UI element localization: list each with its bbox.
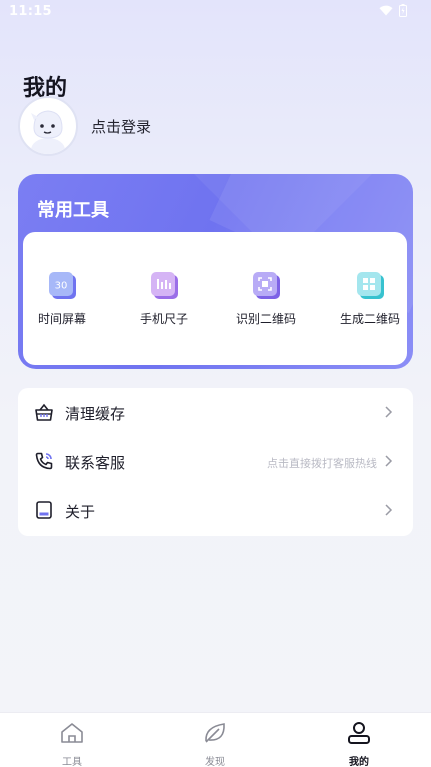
status-bar: 11:15 [0, 0, 431, 24]
tools-card: 常用工具 30 时间屏幕 手机尺子 识别二维码 生成二维码 [18, 174, 413, 369]
menu-item-contact-service[interactable]: 联系客服 点击直接拨打客服热线 [18, 437, 413, 486]
chevron-right-icon [385, 455, 393, 467]
home-icon [61, 723, 83, 743]
tool-label: 生成二维码 [339, 312, 400, 326]
login-link[interactable]: 点击登录 [91, 116, 151, 137]
chevron-right-icon [385, 504, 393, 516]
svg-text:30: 30 [55, 281, 68, 292]
status-icons [379, 4, 407, 17]
tool-ruler[interactable]: 手机尺子 [119, 272, 209, 327]
tab-label: 我的 [349, 757, 369, 767]
wifi-icon [379, 5, 393, 16]
tab-label: 发现 [205, 757, 225, 767]
clock-screen-icon: 30 [49, 272, 76, 299]
menu-hint: 点击直接拨打客服热线 [267, 457, 377, 470]
menu-item-about[interactable]: 关于 [18, 486, 413, 535]
tab-mine[interactable]: 我的 [329, 721, 389, 767]
chevron-right-icon [385, 406, 393, 418]
menu-label: 清理缓存 [65, 405, 126, 423]
qr-generate-icon [357, 272, 384, 299]
menu-label: 联系客服 [65, 454, 126, 472]
menu-label: 关于 [65, 503, 96, 521]
tool-label: 识别二维码 [235, 312, 296, 326]
leaf-icon [205, 723, 225, 743]
phone-icon [35, 452, 53, 470]
tab-discover[interactable]: 发现 [185, 721, 245, 767]
avatar[interactable] [18, 96, 78, 156]
ruler-icon [151, 272, 178, 299]
tools-title: 常用工具 [37, 200, 109, 221]
tool-clock-screen[interactable]: 30 时间屏幕 [18, 272, 107, 327]
basket-icon [35, 403, 53, 421]
tool-label: 手机尺子 [139, 312, 188, 326]
tool-generate-qr[interactable]: 生成二维码 [325, 272, 413, 327]
tab-tools[interactable]: 工具 [42, 721, 102, 767]
tab-label: 工具 [62, 757, 82, 767]
bottom-tab-bar: 工具 发现 我的 [0, 712, 431, 767]
tool-label: 时间屏幕 [37, 312, 86, 326]
status-time: 11:15 [9, 4, 52, 19]
menu-list: 清理缓存 联系客服 点击直接拨打客服热线 关于 [18, 388, 413, 536]
book-icon [36, 501, 52, 519]
menu-item-clear-cache[interactable]: 清理缓存 [18, 388, 413, 437]
tool-scan-qr[interactable]: 识别二维码 [221, 272, 311, 327]
qr-scan-icon [253, 272, 280, 299]
tools-grid: 30 时间屏幕 手机尺子 识别二维码 生成二维码 [23, 232, 407, 365]
battery-icon [399, 4, 407, 17]
default-avatar-icon [31, 110, 65, 154]
person-icon [348, 722, 370, 744]
